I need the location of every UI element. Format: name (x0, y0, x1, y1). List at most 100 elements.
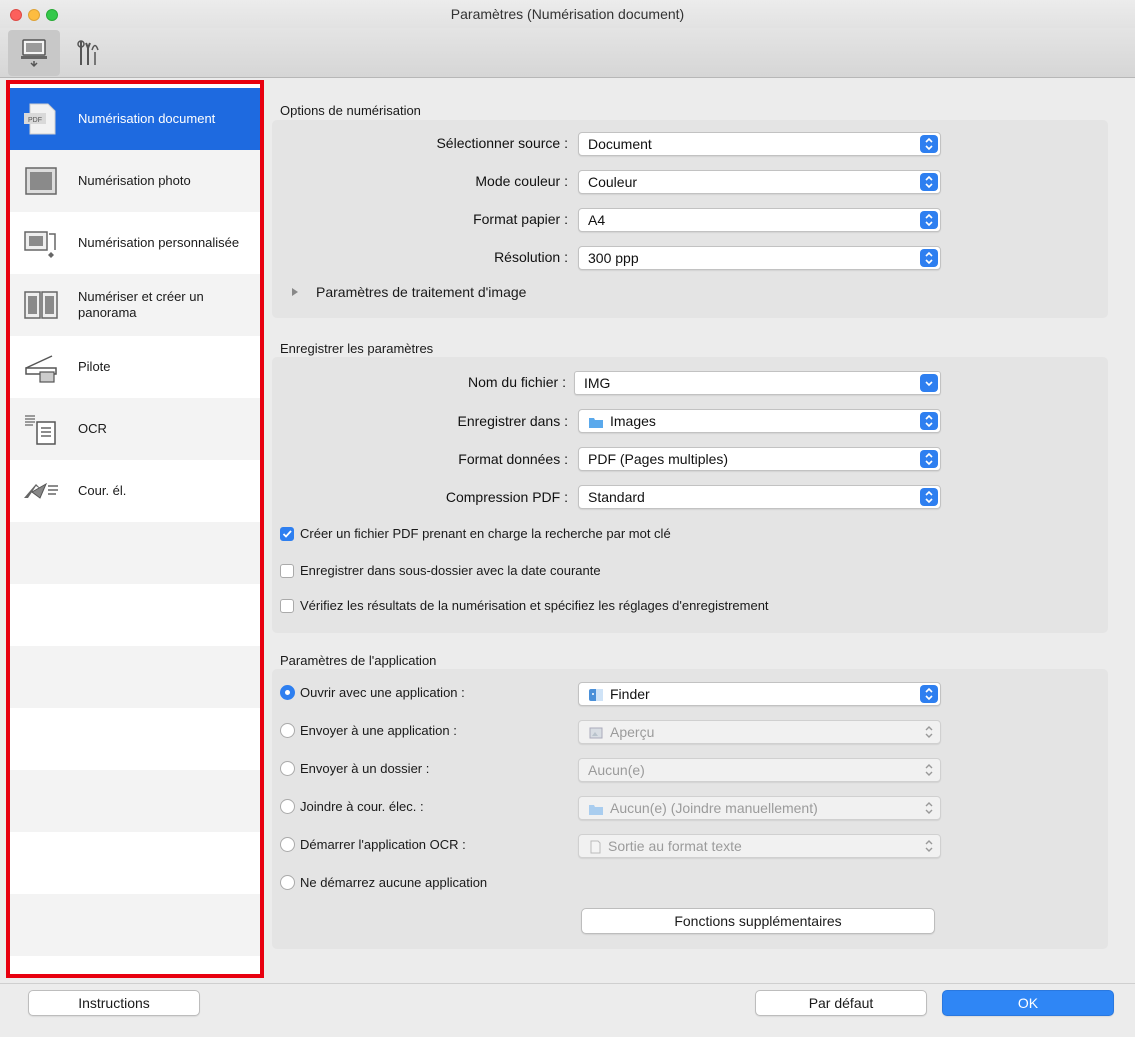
stepper-icon (920, 412, 938, 430)
image-processing-disclosure[interactable]: Paramètres de traitement d'image (290, 284, 526, 300)
data-format-label: Format données : (458, 451, 568, 467)
no-app-radio-row[interactable]: Ne démarrez aucune application (280, 875, 487, 890)
preview-app-icon (589, 727, 603, 739)
start-ocr-value: Sortie au format texte (608, 838, 742, 854)
folder-icon (589, 804, 603, 815)
open-with-app-select[interactable]: Finder (578, 682, 941, 706)
stepper-icon (920, 723, 938, 741)
attach-email-radio-row[interactable]: Joindre à cour. élec. : (280, 799, 424, 814)
chevron-down-icon[interactable] (920, 374, 938, 392)
sidebar-empty-row (10, 770, 260, 832)
zoom-window-button[interactable] (46, 9, 58, 21)
subfolder-checkbox[interactable] (280, 563, 294, 578)
source-label: Sélectionner source : (436, 135, 568, 151)
save-in-select[interactable]: Images (578, 409, 941, 433)
pdf-document-icon: PDF (24, 103, 56, 135)
pdf-compression-label: Compression PDF : (445, 489, 568, 505)
scan-from-computer-tab[interactable] (8, 30, 60, 76)
checkmark-icon (282, 529, 292, 538)
no-app-label: Ne démarrez aucune application (300, 875, 488, 890)
filename-combo[interactable]: IMG (574, 371, 941, 395)
stepper-icon (920, 135, 938, 153)
minimize-window-button[interactable] (28, 9, 40, 21)
sidebar-empty-row (10, 894, 260, 956)
image-processing-label: Paramètres de traitement d'image (316, 284, 527, 300)
sidebar-item-photo-scan[interactable]: Numérisation photo (10, 150, 260, 212)
send-to-app-select: Aperçu (578, 720, 941, 744)
sidebar-empty-row (10, 646, 260, 708)
pdf-compression-select[interactable]: Standard (578, 485, 941, 509)
paper-size-value: A4 (588, 212, 606, 228)
filename-value: IMG (584, 375, 611, 391)
color-mode-select[interactable]: Couleur (578, 170, 941, 194)
filename-label: Nom du fichier : (467, 374, 566, 390)
stepper-icon (920, 799, 938, 817)
verify-results-checkbox[interactable] (280, 598, 294, 613)
instructions-button[interactable]: Instructions (28, 990, 200, 1016)
stepper-icon (920, 761, 938, 779)
keyword-search-label: Créer un fichier PDF prenant en charge l… (300, 526, 671, 541)
close-window-button[interactable] (10, 9, 22, 21)
save-settings-heading: Enregistrer les paramètres (280, 341, 434, 356)
source-value: Document (588, 136, 652, 152)
start-ocr-radio[interactable] (280, 837, 295, 852)
verify-results-label: Vérifiez les résultats de la numérisatio… (300, 598, 769, 613)
start-ocr-radio-row[interactable]: Démarrer l'application OCR : (280, 837, 466, 852)
ok-button[interactable]: OK (942, 990, 1114, 1016)
scan-mode-sidebar: PDF Numérisation document Numérisation p… (6, 80, 264, 978)
send-to-app-radio[interactable] (280, 723, 295, 738)
defaults-button[interactable]: Par défaut (755, 990, 927, 1016)
title-bar: Paramètres (Numérisation document) (0, 0, 1135, 28)
paper-size-label: Format papier : (473, 211, 568, 227)
folder-icon (589, 417, 603, 428)
sidebar-item-label: Numériser et créer un panorama (78, 289, 204, 320)
verify-results-checkbox-row[interactable]: Vérifiez les résultats de la numérisatio… (280, 598, 769, 613)
subfolder-checkbox-row[interactable]: Enregistrer dans sous-dossier avec la da… (280, 563, 601, 578)
more-functions-button[interactable]: Fonctions supplémentaires (581, 908, 935, 934)
resolution-label: Résolution : (494, 249, 568, 265)
scan-options-heading: Options de numérisation (280, 103, 421, 118)
keyword-search-checkbox[interactable] (280, 526, 294, 541)
stepper-icon (920, 685, 938, 703)
pdf-compression-value: Standard (588, 489, 645, 505)
send-to-folder-radio[interactable] (280, 761, 295, 776)
send-to-folder-radio-row[interactable]: Envoyer à un dossier : (280, 761, 429, 776)
toolbar (0, 28, 1135, 78)
panorama-icon (24, 291, 58, 319)
open-with-app-label: Ouvrir avec une application : (300, 685, 465, 700)
send-to-app-radio-row[interactable]: Envoyer à une application : (280, 723, 457, 738)
data-format-select[interactable]: PDF (Pages multiples) (578, 447, 941, 471)
sidebar-item-ocr[interactable]: OCR (10, 398, 260, 460)
finder-icon (589, 689, 603, 702)
color-mode-label: Mode couleur : (475, 173, 568, 189)
subfolder-label: Enregistrer dans sous-dossier avec la da… (300, 563, 601, 578)
sidebar-item-label: Numérisation personnalisée (78, 235, 240, 250)
paper-size-select[interactable]: A4 (578, 208, 941, 232)
tools-icon (77, 40, 99, 65)
send-to-folder-value: Aucun(e) (588, 762, 645, 778)
attach-email-radio[interactable] (280, 799, 295, 814)
general-settings-tab[interactable] (62, 30, 114, 76)
footer-divider (0, 983, 1135, 984)
open-with-app-radio-row[interactable]: Ouvrir avec une application : (280, 685, 465, 700)
sidebar-item-document-scan[interactable]: PDF Numérisation document (10, 88, 260, 150)
sidebar-empty-row (10, 522, 260, 584)
disclosure-triangle-icon (292, 288, 298, 296)
no-app-radio[interactable] (280, 875, 295, 890)
custom-scan-icon (24, 231, 56, 258)
email-icon (24, 482, 58, 499)
sidebar-empty-row (10, 832, 260, 894)
sidebar-item-panorama-scan[interactable]: Numériser et créer un panorama (10, 274, 260, 336)
source-select[interactable]: Document (578, 132, 941, 156)
resolution-select[interactable]: 300 ppp (578, 246, 941, 270)
color-mode-value: Couleur (588, 174, 638, 190)
sidebar-item-label: OCR (78, 421, 107, 436)
sidebar-item-custom-scan[interactable]: Numérisation personnalisée (10, 212, 260, 274)
sidebar-item-label: Cour. él. (78, 483, 127, 498)
sidebar-item-email[interactable]: Cour. él. (10, 460, 260, 522)
keyword-search-checkbox-row[interactable]: Créer un fichier PDF prenant en charge l… (280, 526, 671, 541)
sidebar-empty-row (10, 708, 260, 770)
sidebar-item-driver[interactable]: Pilote (10, 336, 260, 398)
start-ocr-select: Sortie au format texte (578, 834, 941, 858)
open-with-app-radio[interactable] (280, 685, 295, 700)
